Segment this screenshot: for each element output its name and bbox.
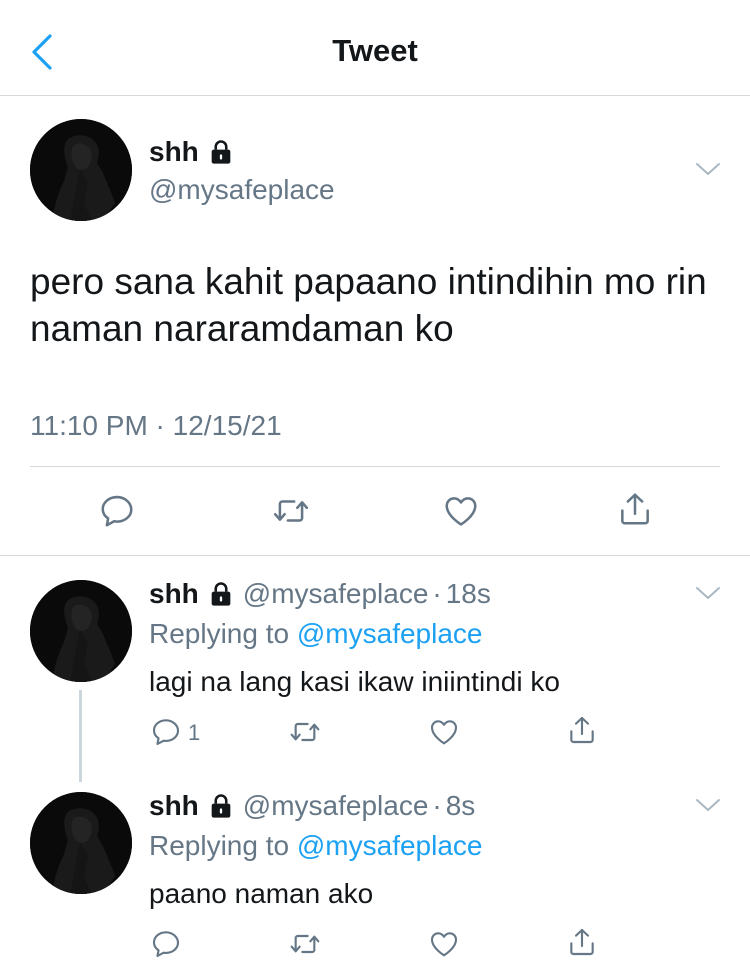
divider (0, 555, 750, 556)
replying-to-link[interactable]: @mysafeplace (297, 618, 483, 649)
tweet-options-button[interactable] (694, 584, 722, 602)
tweet-options-button[interactable] (694, 160, 722, 178)
like-button[interactable] (427, 716, 461, 753)
author-name[interactable]: shh (149, 790, 199, 822)
retweet-button[interactable] (271, 492, 311, 535)
nav-bar: Tweet (0, 0, 750, 96)
reply-time[interactable]: 18s (446, 578, 491, 610)
reply-text: lagi na lang kasi ikaw iniintindi ko (149, 666, 560, 697)
tweet-text: pero sana kahit papaano intindihin mo ri… (30, 261, 707, 349)
replying-to-label: Replying to (149, 830, 290, 861)
page-title: Tweet (332, 33, 418, 68)
like-button[interactable] (427, 928, 461, 965)
share-button[interactable] (566, 926, 598, 963)
comment-icon (150, 928, 182, 960)
heart-icon (427, 928, 461, 960)
retweet-icon (271, 492, 311, 530)
reply-time[interactable]: 8s (446, 790, 476, 822)
tweet-timestamp: 11:10 PM · 12/15/21 (30, 410, 282, 441)
author-handle[interactable]: @mysafeplace (149, 174, 335, 206)
tweet-options-button[interactable] (694, 796, 722, 814)
lock-icon (207, 580, 235, 608)
retweet-button[interactable] (288, 716, 322, 753)
reply-button[interactable] (98, 492, 136, 535)
author-name[interactable]: shh (149, 136, 235, 168)
reply-text: paano naman ako (149, 878, 374, 909)
comment-icon (150, 716, 182, 748)
replying-to: Replying to @mysafeplace (149, 830, 482, 862)
reply-button[interactable] (150, 716, 182, 753)
reply-button[interactable] (150, 928, 182, 965)
comment-icon (98, 492, 136, 530)
author-handle[interactable]: @mysafeplace (243, 578, 429, 610)
thread-connector (79, 690, 82, 782)
reply-count: 1 (188, 720, 201, 745)
author-name-label: shh (149, 136, 199, 167)
lock-icon (207, 792, 235, 820)
author-name[interactable]: shh (149, 578, 199, 610)
heart-icon (441, 492, 481, 530)
share-button[interactable] (616, 490, 654, 533)
retweet-button[interactable] (288, 928, 322, 965)
separator-dot: · (432, 790, 442, 821)
retweet-icon (288, 928, 322, 960)
divider (30, 466, 720, 467)
author-handle[interactable]: @mysafeplace (243, 790, 429, 822)
share-icon (616, 490, 654, 528)
heart-icon (427, 716, 461, 748)
avatar[interactable] (30, 119, 132, 221)
chevron-down-icon (694, 584, 722, 602)
reply-header: shh @mysafeplace · 18s (149, 578, 491, 610)
avatar[interactable] (30, 580, 132, 682)
lock-icon (207, 138, 235, 166)
separator-dot: · (432, 578, 442, 609)
reply-header: shh @mysafeplace · 8s (149, 790, 475, 822)
share-icon (566, 926, 598, 958)
share-icon (566, 714, 598, 746)
chevron-down-icon (694, 796, 722, 814)
chevron-down-icon (694, 160, 722, 178)
replying-to: Replying to @mysafeplace (149, 618, 482, 650)
retweet-icon (288, 716, 322, 748)
like-button[interactable] (441, 492, 481, 535)
replying-to-label: Replying to (149, 618, 290, 649)
avatar[interactable] (30, 792, 132, 894)
share-button[interactable] (566, 714, 598, 751)
replying-to-link[interactable]: @mysafeplace (297, 830, 483, 861)
